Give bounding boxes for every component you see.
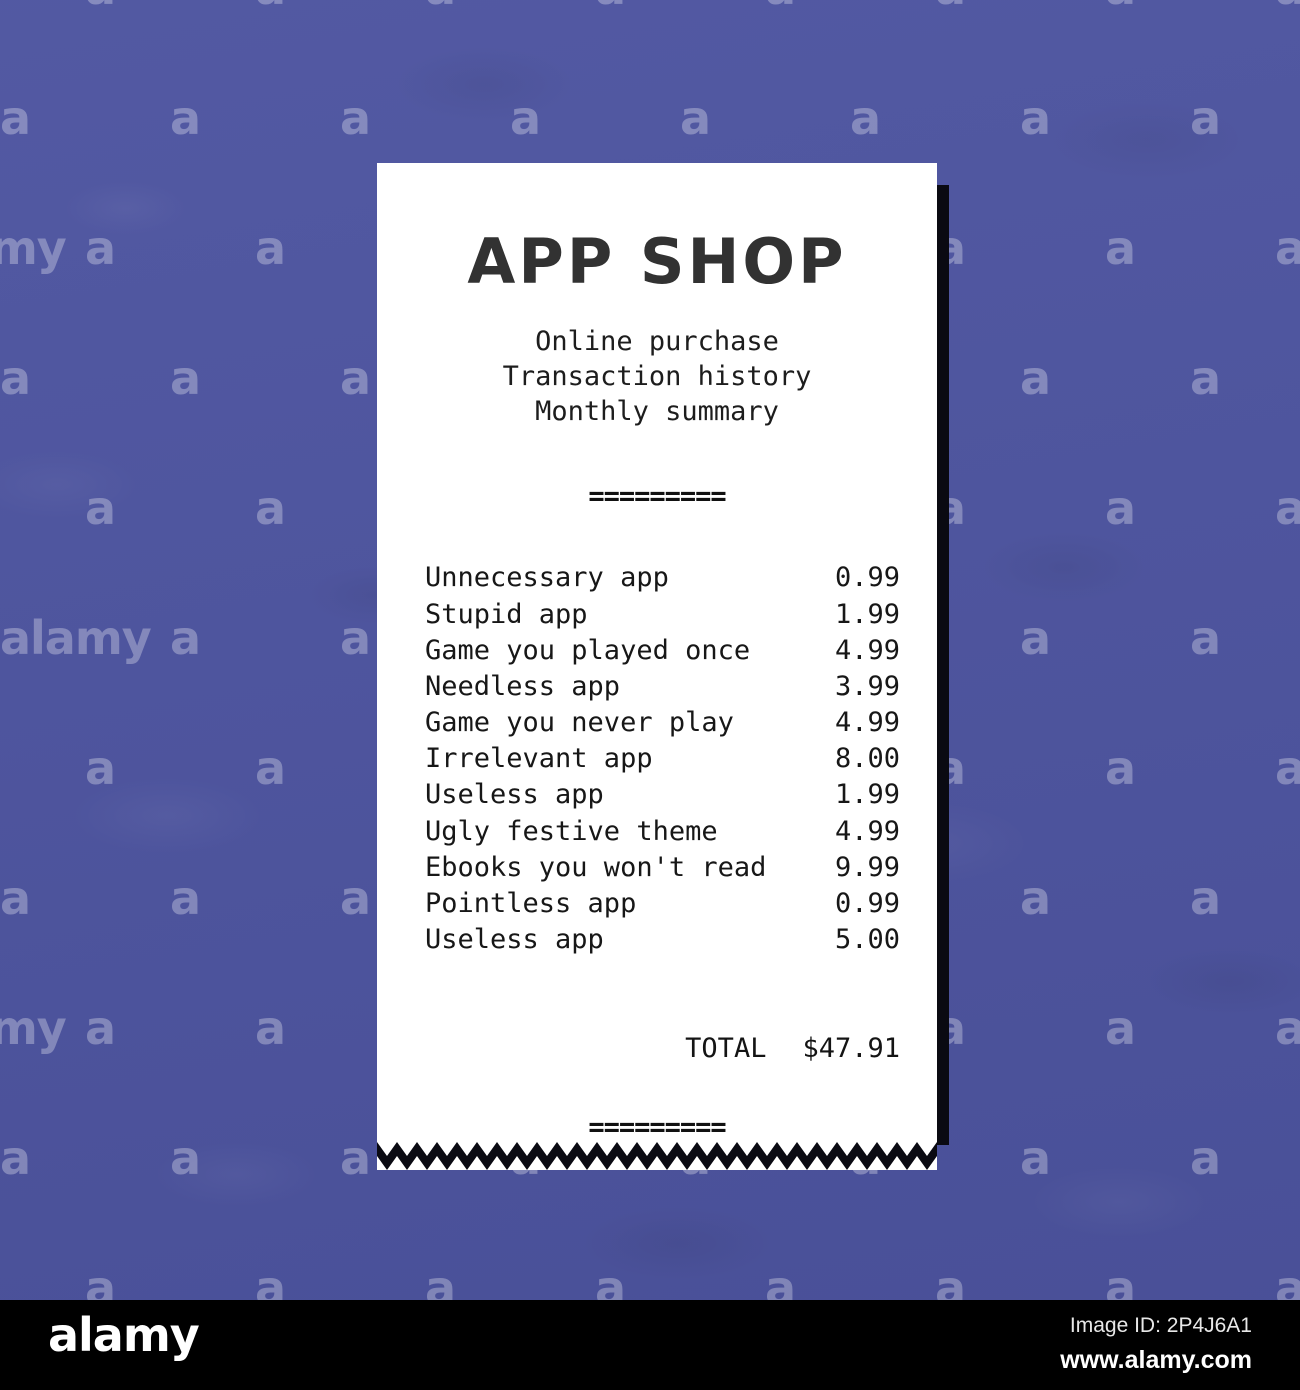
item-price: 0.99: [834, 562, 900, 594]
item-name: Needless app: [425, 670, 621, 702]
item-price: 0.99: [834, 887, 900, 919]
item-name: Game you never play: [425, 707, 734, 739]
alamy-footer-bar: alamy Image ID: 2P4J6A1 www.alamy.com: [0, 1300, 1300, 1390]
receipt-item-row: Useless app 5.00: [425, 922, 900, 958]
receipt-item-row: Useless app 1.99: [425, 777, 900, 813]
item-name: Irrelevant app: [425, 743, 653, 775]
image-id-label: Image ID: 2P4J6A1: [1069, 1314, 1252, 1337]
item-price: 5.00: [834, 924, 900, 956]
item-name: Unnecessary app: [425, 562, 669, 594]
purchased-items-list: Unnecessary app 0.99 Stupid app 1.99 Game yo…: [377, 560, 937, 958]
receipt-item-row: Pointless app 0.99: [425, 886, 900, 922]
divider-bottom: =========: [588, 1112, 726, 1144]
subtitle-line: Online purchase: [535, 326, 779, 358]
item-price: 4.99: [834, 707, 900, 739]
total-label: TOTAL: [685, 1033, 767, 1065]
alamy-url[interactable]: www.alamy.com: [1060, 1346, 1252, 1375]
alamy-logo: alamy: [48, 1308, 200, 1362]
receipt-item-row: Game you never play 4.99: [425, 705, 900, 741]
receipt-item-row: Stupid app 1.99: [425, 597, 900, 633]
shop-title: APP SHOP: [467, 225, 847, 298]
item-name: Ugly festive theme: [425, 815, 718, 847]
item-price: 4.99: [834, 634, 900, 666]
item-price: 3.99: [834, 670, 900, 702]
item-price: 1.99: [834, 598, 900, 630]
receipt-item-row: Ebooks you won't read 9.99: [425, 850, 900, 886]
item-price: 4.99: [834, 815, 900, 847]
item-price: 8.00: [834, 743, 900, 775]
total-amount: $47.91: [802, 1033, 900, 1065]
divider-top: =========: [588, 481, 726, 513]
receipt-top-zigzag-icon: [377, 163, 937, 177]
receipt-item-row: Game you played once 4.99: [425, 633, 900, 669]
receipt-body: APP SHOP Online purchase Transaction his…: [377, 225, 937, 1144]
subtitle-line: Monthly summary: [535, 396, 779, 428]
receipt-item-row: Unnecessary app 0.99: [425, 560, 900, 596]
item-price: 1.99: [834, 779, 900, 811]
receipt-item-row: Needless app 3.99: [425, 669, 900, 705]
screenshot-root: aaaaaaaaaaaaaaaaaaalamyaaaalamyaaaalamya…: [0, 0, 1300, 1390]
receipt-item-row: Irrelevant app 8.00: [425, 741, 900, 777]
total-row: TOTAL $47.91: [377, 1033, 937, 1064]
item-price: 9.99: [834, 851, 900, 883]
receipt-item-row: Ugly festive theme 4.99: [425, 814, 900, 850]
receipt-paper: APP SHOP Online purchase Transaction his…: [377, 163, 937, 1171]
item-name: Ebooks you won't read: [425, 851, 767, 883]
receipt: APP SHOP Online purchase Transaction his…: [377, 163, 949, 1171]
receipt-subtitles: Online purchase Transaction history Mont…: [377, 324, 937, 429]
item-name: Pointless app: [425, 887, 637, 919]
receipt-bottom-zigzag-icon: [377, 1142, 937, 1171]
item-name: Useless app: [425, 924, 604, 956]
item-name: Stupid app: [425, 598, 588, 630]
item-name: Useless app: [425, 779, 604, 811]
subtitle-line: Transaction history: [502, 361, 812, 393]
item-name: Game you played once: [425, 634, 751, 666]
